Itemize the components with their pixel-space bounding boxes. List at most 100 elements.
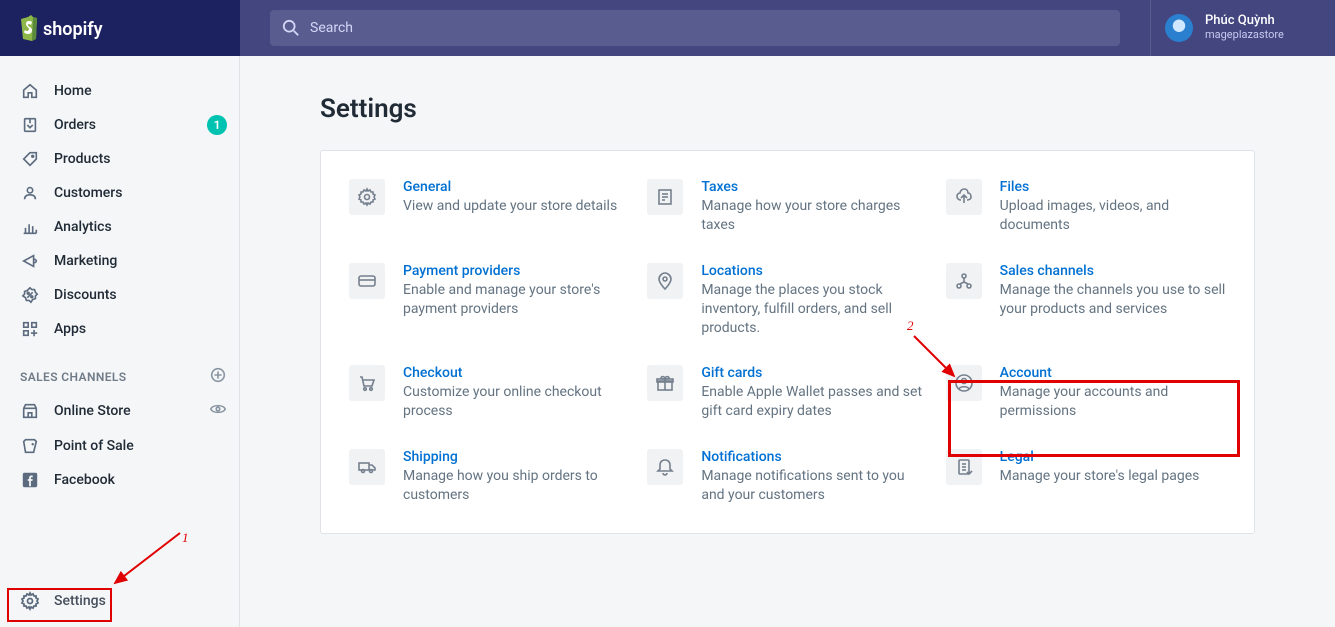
settings-card-account[interactable]: Account Manage your accounts and permiss… <box>946 365 1226 421</box>
card-desc: Manage the places you stock inventory, f… <box>701 281 927 338</box>
card-title: Files <box>1000 179 1226 195</box>
settings-card-payment[interactable]: Payment providers Enable and manage your… <box>349 263 629 338</box>
eye-icon[interactable] <box>209 400 227 422</box>
settings-card-general[interactable]: General View and update your store detai… <box>349 179 629 235</box>
settings-card-sales-channels[interactable]: Sales channels Manage the channels you u… <box>946 263 1226 338</box>
sidebar-settings-label: Settings <box>54 593 106 609</box>
sidebar-item-orders[interactable]: Orders 1 <box>0 108 239 142</box>
sidebar-item-online-store[interactable]: Online Store <box>0 393 239 429</box>
sidebar: Home Orders 1 Products Customers Analyti… <box>0 56 240 627</box>
card-title: General <box>403 179 629 195</box>
settings-card-taxes[interactable]: Taxes Manage how your store charges taxe… <box>647 179 927 235</box>
files-icon <box>946 179 982 215</box>
avatar <box>1165 14 1193 42</box>
sidebar-item-home[interactable]: Home <box>0 74 239 108</box>
card-desc: Customize your online checkout process <box>403 383 629 421</box>
sidebar-item-label: Orders <box>54 117 207 133</box>
card-desc: Upload images, videos, and documents <box>1000 197 1226 235</box>
card-title: Locations <box>701 263 927 279</box>
card-title: Gift cards <box>701 365 927 381</box>
sidebar-item-label: Point of Sale <box>54 438 227 454</box>
location-icon <box>647 263 683 299</box>
gift-icon <box>647 365 683 401</box>
facebook-icon <box>20 470 40 490</box>
card-desc: Enable Apple Wallet passes and set gift … <box>701 383 927 421</box>
legal-icon <box>946 449 982 485</box>
products-icon <box>20 149 40 169</box>
sidebar-item-label: Customers <box>54 185 227 201</box>
card-title: Payment providers <box>403 263 629 279</box>
sidebar-item-label: Online Store <box>54 403 209 419</box>
card-title: Notifications <box>701 449 927 465</box>
marketing-icon <box>20 251 40 271</box>
sidebar-item-discounts[interactable]: Discounts <box>0 278 239 312</box>
sidebar-item-customers[interactable]: Customers <box>0 176 239 210</box>
discounts-icon <box>20 285 40 305</box>
sidebar-item-apps[interactable]: Apps <box>0 312 239 346</box>
gear-icon <box>20 591 40 611</box>
section-header-label: SALES CHANNELS <box>20 370 209 384</box>
channels-icon <box>946 263 982 299</box>
sidebar-item-label: Apps <box>54 321 227 337</box>
search-input[interactable] <box>310 20 1108 36</box>
settings-card-files[interactable]: Files Upload images, videos, and documen… <box>946 179 1226 235</box>
receipt-icon <box>647 179 683 215</box>
sidebar-item-pos[interactable]: Point of Sale <box>0 429 239 463</box>
user-names: Phúc Quỳnh mageplazastore <box>1205 14 1284 42</box>
sidebar-item-settings[interactable]: Settings <box>10 583 116 619</box>
card-title: Account <box>1000 365 1226 381</box>
creditcard-icon <box>349 263 385 299</box>
store-name: mageplazastore <box>1205 29 1284 42</box>
card-desc: Manage your accounts and permissions <box>1000 383 1226 421</box>
analytics-icon <box>20 217 40 237</box>
store-icon <box>20 401 40 421</box>
orders-icon <box>20 115 40 135</box>
user-menu[interactable]: Phúc Quỳnh mageplazastore <box>1150 0 1335 56</box>
card-desc: Manage how your store charges taxes <box>701 197 927 235</box>
card-desc: Manage the channels you use to sell your… <box>1000 281 1226 319</box>
search-icon <box>282 19 300 37</box>
sidebar-item-facebook[interactable]: Facebook <box>0 463 239 497</box>
apps-icon <box>20 319 40 339</box>
sidebar-item-label: Analytics <box>54 219 227 235</box>
settings-card-gift-cards[interactable]: Gift cards Enable Apple Wallet passes an… <box>647 365 927 421</box>
card-desc: View and update your store details <box>403 197 629 216</box>
settings-card-legal[interactable]: Legal Manage your store's legal pages <box>946 449 1226 505</box>
settings-card-checkout[interactable]: Checkout Customize your online checkout … <box>349 365 629 421</box>
pos-icon <box>20 436 40 456</box>
card-desc: Manage how you ship orders to customers <box>403 467 629 505</box>
logo-area[interactable]: shopify <box>0 0 240 56</box>
svg-text:shopify: shopify <box>43 19 103 40</box>
customers-icon <box>20 183 40 203</box>
card-desc: Enable and manage your store's payment p… <box>403 281 629 319</box>
search-input-wrap[interactable] <box>270 10 1120 46</box>
cart-icon <box>349 365 385 401</box>
settings-panel: General View and update your store detai… <box>320 150 1255 534</box>
sidebar-footer: Settings <box>10 583 239 619</box>
settings-card-locations[interactable]: Locations Manage the places you stock in… <box>647 263 927 338</box>
card-title: Legal <box>1000 449 1226 465</box>
sidebar-item-products[interactable]: Products <box>0 142 239 176</box>
card-title: Taxes <box>701 179 927 195</box>
sidebar-item-label: Products <box>54 151 227 167</box>
annotation-label-1: 1 <box>182 530 189 546</box>
add-channel-icon[interactable] <box>209 366 227 387</box>
user-name: Phúc Quỳnh <box>1205 14 1284 29</box>
settings-card-shipping[interactable]: Shipping Manage how you ship orders to c… <box>349 449 629 505</box>
annotation-label-2: 2 <box>907 318 914 334</box>
topbar-main <box>240 0 1150 56</box>
card-title: Shipping <box>403 449 629 465</box>
gear-icon <box>349 179 385 215</box>
sales-channels-header: SALES CHANNELS <box>0 346 239 393</box>
sidebar-item-marketing[interactable]: Marketing <box>0 244 239 278</box>
sidebar-item-label: Marketing <box>54 253 227 269</box>
card-title: Checkout <box>403 365 629 381</box>
home-icon <box>20 81 40 101</box>
account-icon <box>946 365 982 401</box>
settings-card-notifications[interactable]: Notifications Manage notifications sent … <box>647 449 927 505</box>
page-title: Settings <box>320 94 1255 124</box>
sidebar-item-label: Home <box>54 83 227 99</box>
sidebar-item-analytics[interactable]: Analytics <box>0 210 239 244</box>
content: Settings General View and update your st… <box>240 56 1335 627</box>
sidebar-item-label: Facebook <box>54 472 227 488</box>
